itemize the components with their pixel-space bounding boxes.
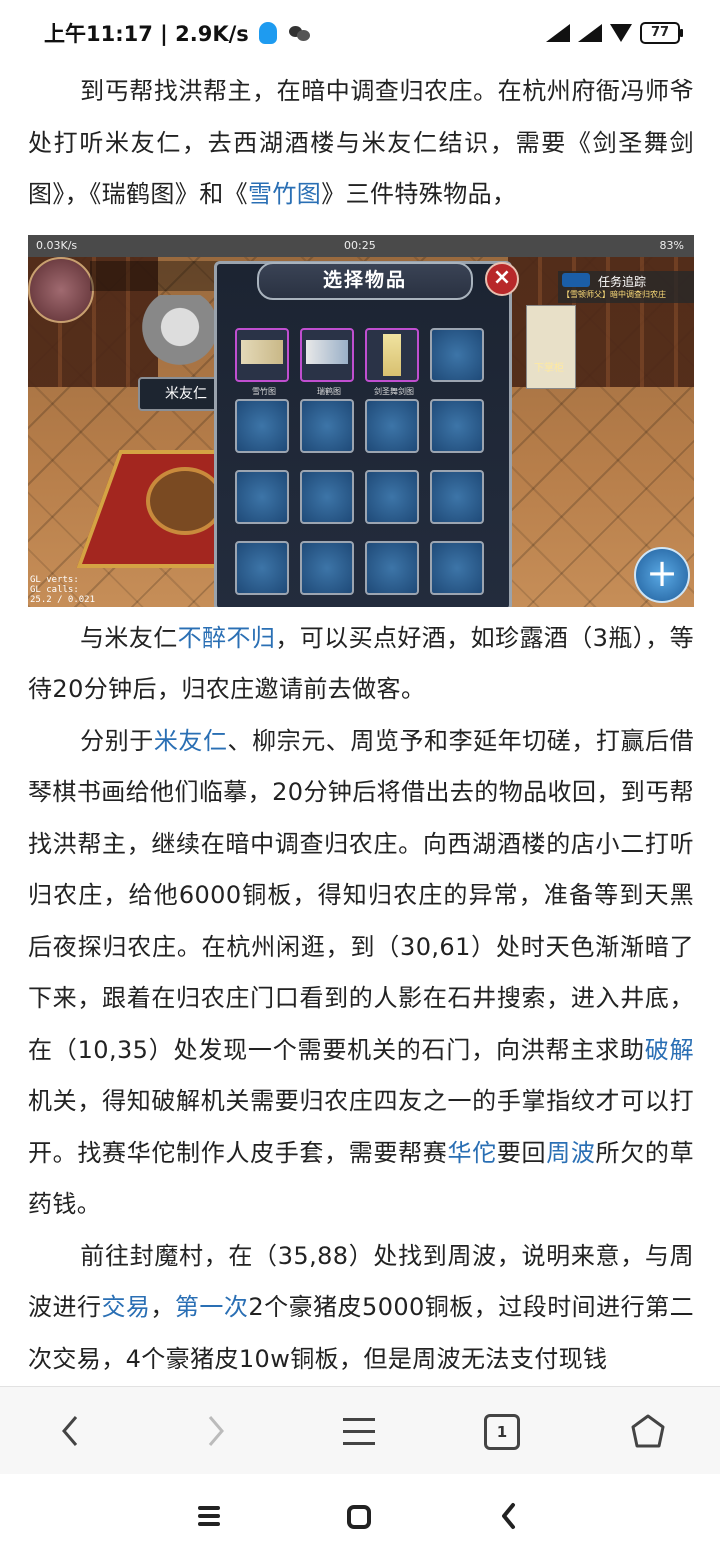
close-icon: ×: [485, 261, 519, 296]
item-slot: 雪竹图: [235, 327, 289, 396]
home-button-icon[interactable]: [346, 1502, 374, 1534]
task-subtitle: 【雪顿师父】暗中调查归农庄: [562, 289, 666, 299]
plus-icon: +: [634, 546, 690, 603]
game-status-bar: 0.03K/s 00:25 83%: [28, 234, 694, 257]
status-time: 上午11:17 | 2.9K/s: [44, 22, 249, 46]
debug-overlay: GL verts: GL calls: 25.2 / 0.021: [30, 575, 95, 605]
status-left: 上午11:17 | 2.9K/s: [44, 18, 311, 48]
empty-slot: [430, 540, 484, 595]
task-title: 任务追踪: [598, 274, 647, 289]
scroll-icon: [383, 333, 401, 376]
game-character: [140, 294, 220, 375]
tab-count: 1: [484, 1414, 520, 1450]
empty-slot: [365, 398, 419, 453]
npc-right-label: 下掌柜: [534, 362, 564, 374]
tabs-button[interactable]: 1: [480, 1411, 524, 1451]
select-item-panel: 选择物品 × 雪竹图 瑞鹤图 剑圣舞剑图: [214, 260, 519, 607]
system-nav-bar: [0, 1474, 720, 1560]
signal-icon-2: [578, 24, 602, 42]
paragraph-2: 与米友仁不醉不归，可以买点好酒，如珍露酒（3瓶），等待20分钟后，归农庄邀请前去…: [28, 613, 694, 716]
system-back-icon[interactable]: [496, 1502, 524, 1534]
npc-figure: [526, 304, 576, 389]
empty-slot: [235, 398, 289, 453]
article-link[interactable]: 雪竹图: [248, 180, 321, 208]
paragraph-1: 到丐帮找洪帮主，在暗中调查归农庄。在杭州府衙冯师爷处打听米友仁，去西湖酒楼与米友…: [28, 66, 694, 221]
debug-line: GL verts:: [30, 574, 79, 585]
item-slot: 剑圣舞剑图: [365, 327, 419, 396]
task-tracker: 任务追踪 【雪顿师父】暗中调查归农庄: [558, 270, 694, 303]
debug-line: 25.2 / 0.021: [30, 594, 96, 605]
item-name: 剑圣舞剑图: [374, 386, 414, 396]
back-icon[interactable]: [50, 1411, 94, 1451]
panel-title: 选择物品: [257, 261, 473, 300]
item-name: 雪竹图: [252, 386, 276, 396]
wechat-icon: [288, 24, 311, 42]
empty-slot: [365, 469, 419, 524]
status-right: 77: [546, 22, 683, 44]
player-stats: [90, 260, 220, 291]
article-text: 与米友仁: [80, 623, 178, 652]
article-link[interactable]: 交易: [101, 1293, 150, 1321]
empty-slot: [300, 469, 354, 524]
article-content: 到丐帮找洪帮主，在暗中调查归农庄。在杭州府衙冯师爷处打听米友仁，去西湖酒楼与米友…: [28, 66, 694, 1385]
debug-line: GL calls:: [30, 584, 79, 595]
qq-icon: [258, 22, 277, 44]
signal-icon-1: [546, 24, 570, 42]
article-link[interactable]: 华佗: [447, 1139, 496, 1167]
empty-slot: [235, 540, 289, 595]
item-grid: 雪竹图 瑞鹤图 剑圣舞剑图: [235, 327, 484, 595]
empty-slot: [430, 469, 484, 524]
item-name: 瑞鹤图: [317, 386, 341, 396]
article-text: 》三件特殊物品，: [321, 180, 517, 208]
article-link[interactable]: 周波: [546, 1139, 595, 1167]
empty-slot: [235, 469, 289, 524]
empty-slot: [300, 398, 354, 453]
game-status-time: 00:25: [344, 238, 376, 252]
article-link[interactable]: 破解: [645, 1036, 694, 1064]
article-link[interactable]: 不醉不归: [178, 624, 276, 652]
arrow-icon: [562, 272, 590, 287]
article-text: 分别于: [80, 726, 154, 755]
game-status-net: 0.03K/s: [36, 238, 78, 252]
article-text: ，: [150, 1293, 175, 1321]
item-slot: 瑞鹤图: [300, 327, 354, 396]
article-text: 要回: [496, 1138, 547, 1167]
menu-icon[interactable]: [337, 1411, 381, 1451]
battery-icon: 77: [640, 22, 683, 44]
status-bar: 上午11:17 | 2.9K/s 77: [0, 0, 720, 66]
paragraph-3: 分别于米友仁、柳宗元、周览予和李延年切磋，打赢后借琴棋书画给他们临摹，20分钟后…: [28, 716, 694, 1231]
paragraph-4: 前往封魔村，在（35,88）处找到周波，说明来意，与周波进行交易，第一次2个豪猪…: [28, 1231, 694, 1386]
wifi-icon: [610, 24, 632, 42]
recents-icon[interactable]: [196, 1502, 224, 1534]
scroll-icon: [241, 339, 283, 364]
forward-icon[interactable]: [192, 1411, 236, 1451]
browser-toolbar: 1: [0, 1386, 720, 1475]
article-link[interactable]: 第一次: [175, 1293, 248, 1321]
home-icon[interactable]: [624, 1411, 668, 1451]
game-status-battery: 83%: [659, 238, 684, 252]
empty-slot: [430, 398, 484, 453]
game-screenshot: 米友仁 下掌柜 任务追踪 【雪顿师父】暗中调查归农庄 选择物品 × 雪竹图 瑞鹤…: [28, 234, 694, 607]
scroll-icon: [306, 339, 348, 364]
article-link[interactable]: 米友仁: [154, 727, 228, 755]
empty-slot: [365, 540, 419, 595]
empty-slot: [300, 540, 354, 595]
empty-slot: [430, 327, 484, 382]
article-text: 、柳宗元、周览予和李延年切磋，打赢后借琴棋书画给他们临摹，20分钟后将借出去的物…: [28, 726, 694, 1064]
game-table: [146, 466, 224, 535]
player-portrait: [28, 256, 94, 323]
